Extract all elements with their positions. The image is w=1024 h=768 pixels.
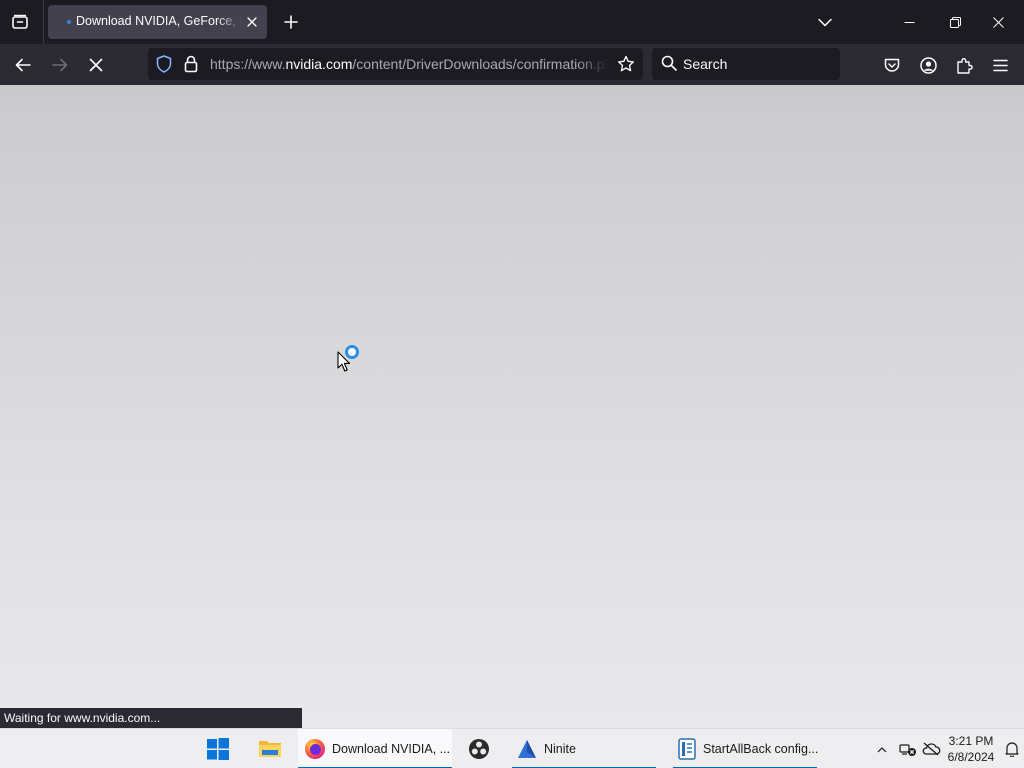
- search-bar[interactable]: Search: [652, 48, 840, 80]
- minimize-icon: [904, 21, 914, 23]
- tab-title: Download NVIDIA, GeForce, Quadro, and Te…: [76, 14, 242, 28]
- back-button[interactable]: [8, 50, 38, 80]
- taskbar-task-label: StartAllBack config...: [703, 742, 819, 756]
- close-icon: [89, 58, 103, 72]
- startallback-icon: [677, 738, 697, 760]
- clock-date: 6/8/2024: [947, 750, 995, 764]
- account-button[interactable]: [913, 50, 943, 80]
- tab-list-icon: [12, 14, 28, 29]
- stop-loading-button[interactable]: [81, 50, 111, 80]
- taskbar-startallback-button[interactable]: StartAllBack config...: [673, 729, 819, 768]
- cloud-offline-icon: [922, 742, 941, 756]
- chevron-up-icon: [877, 746, 887, 752]
- account-icon: [919, 56, 937, 74]
- close-icon: [992, 16, 1004, 28]
- system-clock[interactable]: 3:21 PM 6/8/2024: [944, 733, 998, 765]
- address-bar[interactable]: https://www.nvidia.com/content/DriverDow…: [148, 48, 643, 80]
- firefox-icon: [304, 738, 326, 760]
- star-icon: [617, 55, 635, 72]
- page-content: Waiting for www.nvidia.com...: [0, 85, 1024, 728]
- search-icon: [661, 55, 677, 71]
- onedrive-button[interactable]: [920, 729, 942, 768]
- search-placeholder: Search: [683, 56, 728, 72]
- url-text[interactable]: https://www.nvidia.com/content/DriverDow…: [210, 56, 608, 72]
- shield-icon[interactable]: [156, 55, 172, 73]
- new-tab-button[interactable]: [277, 8, 305, 36]
- status-panel: Waiting for www.nvidia.com...: [0, 708, 302, 728]
- lock-icon[interactable]: [184, 55, 198, 73]
- taskbar-ninite-button[interactable]: Ninite: [512, 729, 656, 768]
- app-menu-button[interactable]: [985, 50, 1015, 80]
- window-close-button[interactable]: [972, 0, 1024, 44]
- list-all-tabs-button[interactable]: [6, 8, 34, 36]
- tab-separator: [43, 0, 44, 44]
- url-path: /content/DriverDownloads/confirmation.ph…: [352, 56, 608, 72]
- puzzle-icon: [956, 57, 973, 74]
- network-status-button[interactable]: [897, 729, 919, 768]
- ninite-icon: [516, 738, 538, 760]
- windows-logo-icon: [207, 738, 229, 760]
- show-hidden-icons-button[interactable]: [872, 729, 892, 768]
- bookmark-button[interactable]: [614, 54, 638, 74]
- tab-loading-indicator: [67, 20, 71, 24]
- tab-bar: Download NVIDIA, GeForce, Quadro, and Te…: [0, 0, 1024, 44]
- hamburger-icon: [992, 59, 1008, 71]
- close-icon: [247, 17, 257, 27]
- tab-close-button[interactable]: [242, 12, 262, 32]
- clock-time: 3:21 PM: [948, 734, 994, 748]
- taskbar: Download NVIDIA, ... Ninite StartAllBack…: [0, 728, 1024, 768]
- obs-icon: [469, 739, 489, 759]
- pocket-icon: [884, 58, 900, 72]
- url-prefix: https://www.: [210, 56, 286, 72]
- navigation-toolbar: https://www.nvidia.com/content/DriverDow…: [0, 44, 1024, 85]
- url-domain: nvidia.com: [285, 56, 353, 72]
- chevron-down-icon: [818, 18, 832, 26]
- start-button[interactable]: [200, 729, 236, 768]
- folder-icon: [259, 741, 281, 757]
- pocket-button[interactable]: [877, 50, 907, 80]
- file-explorer-button[interactable]: [252, 729, 288, 768]
- forward-button[interactable]: [45, 50, 75, 80]
- restore-icon: [949, 16, 961, 28]
- arrow-left-icon: [15, 58, 31, 72]
- taskbar-task-label: Download NVIDIA, ...: [332, 742, 451, 756]
- tab-overflow-button[interactable]: [811, 8, 839, 36]
- active-tab[interactable]: Download NVIDIA, GeForce, Quadro, and Te…: [48, 5, 267, 39]
- arrow-right-icon: [52, 58, 68, 72]
- taskbar-obs-button[interactable]: [462, 729, 496, 768]
- network-disconnected-icon: [899, 744, 916, 756]
- bell-icon: [1005, 742, 1019, 757]
- busy-spinner-icon: [345, 345, 359, 359]
- extensions-button[interactable]: [949, 50, 979, 80]
- notifications-button[interactable]: [1002, 729, 1022, 768]
- plus-icon: [284, 15, 298, 29]
- taskbar-task-label: Ninite: [544, 742, 576, 756]
- taskbar-firefox-button[interactable]: Download NVIDIA, ...: [298, 729, 452, 768]
